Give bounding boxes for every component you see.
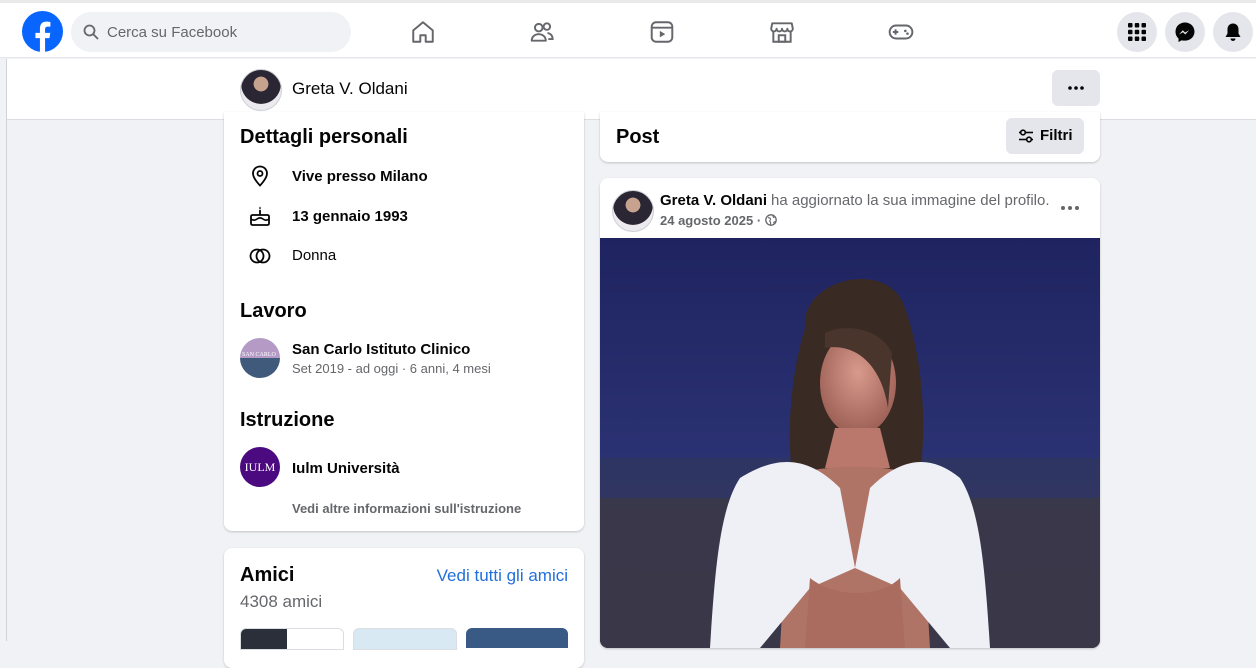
avatar[interactable]: [240, 69, 282, 111]
gender-text: Donna: [292, 247, 337, 264]
marketplace-icon[interactable]: [769, 19, 795, 45]
personal-details-title: Dettagli personali: [240, 126, 408, 148]
iulm-logo[interactable]: IULM: [240, 447, 280, 487]
birthday-cake-icon: [250, 206, 270, 226]
messenger-icon: [1175, 22, 1195, 42]
friends-count: 4308 amici: [240, 592, 323, 611]
video-icon[interactable]: [649, 19, 675, 45]
profile-sticky-header: Greta V. Oldani: [7, 59, 1256, 120]
profile-name[interactable]: Greta V. Oldani: [292, 79, 408, 99]
posts-header-card: Post Filtri: [600, 112, 1100, 162]
san-carlo-logo[interactable]: SAN CARLO: [240, 338, 280, 378]
filters-label: Filtri: [1040, 127, 1073, 144]
gender-rings-icon: [249, 248, 271, 264]
post-author-name[interactable]: Greta V. Oldani: [660, 192, 767, 209]
more-options-button[interactable]: [1052, 70, 1100, 106]
top-navigation-bar: [0, 0, 1256, 58]
education-title: Istruzione: [240, 409, 335, 431]
post-author-avatar[interactable]: [612, 190, 654, 232]
see-all-friends-link[interactable]: Vedi tutti gli amici: [437, 566, 568, 586]
work-name[interactable]: San Carlo Istituto Clinico: [292, 341, 470, 358]
post-action-text: ha aggiornato la sua immagine del profil…: [771, 192, 1050, 209]
friend-photo[interactable]: [353, 628, 457, 650]
filter-sliders-icon: [1019, 129, 1033, 143]
public-globe-icon: [765, 214, 777, 226]
notifications-icon: [1225, 23, 1241, 41]
birthday-text: 13 gennaio 1993: [292, 208, 408, 225]
posts-title: Post: [616, 126, 660, 148]
see-more-education-link[interactable]: Vedi altre informazioni sull'istruzione: [292, 501, 521, 516]
search-input[interactable]: [107, 12, 337, 52]
friends-icon[interactable]: [529, 19, 555, 45]
menu-grid-icon: [1128, 23, 1146, 41]
work-period: Set 2019 - ad oggi · 6 anni, 4 mesi: [292, 361, 491, 376]
friends-card: Amici Vedi tutti gli amici 4308 amici: [224, 548, 584, 668]
location-pin-icon: [252, 165, 268, 187]
menu-button[interactable]: [1117, 12, 1157, 52]
lives-in-text[interactable]: Vive presso Milano: [292, 168, 428, 185]
post-photo[interactable]: [600, 238, 1100, 648]
intro-card: Dettagli personali Vive presso Milano 13…: [224, 112, 584, 531]
more-dots-icon: [1068, 86, 1084, 90]
post-card: Greta V. Oldani ha aggiornato la sua imm…: [600, 178, 1100, 648]
post-date[interactable]: 24 agosto 2025 ·: [660, 213, 761, 228]
messenger-button[interactable]: [1165, 12, 1205, 52]
education-name[interactable]: Iulm Università: [292, 460, 400, 477]
notifications-button[interactable]: [1213, 12, 1253, 52]
friend-photo[interactable]: [240, 628, 344, 650]
friends-title[interactable]: Amici: [240, 564, 294, 587]
divider: [6, 59, 7, 641]
search-bar[interactable]: [71, 12, 351, 52]
facebook-logo-icon[interactable]: [22, 11, 63, 52]
friend-photo[interactable]: [466, 628, 568, 648]
home-icon[interactable]: [410, 19, 436, 45]
post-options-icon[interactable]: [1056, 200, 1084, 216]
search-icon: [83, 24, 99, 40]
work-title: Lavoro: [240, 300, 307, 322]
filters-button[interactable]: Filtri: [1006, 118, 1084, 154]
gaming-icon[interactable]: [888, 19, 914, 45]
